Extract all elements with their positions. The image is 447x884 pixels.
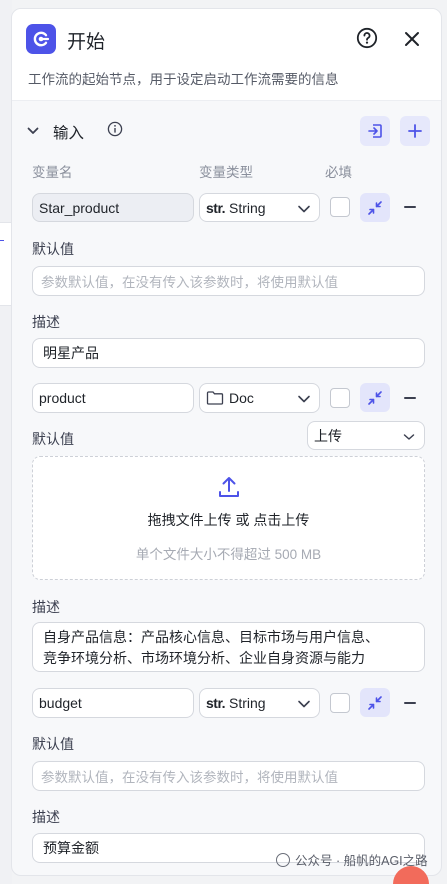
description-textarea[interactable]: 自身产品信息：产品核心信息、目标市场与用户信息、 竞争环境分析、市场环境分析、企… (32, 622, 425, 672)
chevron-down-icon (403, 434, 415, 440)
panel-header: 开始 工作流的起始节点，用于设定启动工作流需要的信息 (12, 9, 441, 101)
variable-name-input[interactable]: product (32, 383, 194, 413)
variable-type-select[interactable]: str. String (199, 688, 320, 718)
chevron-down-icon (298, 395, 310, 403)
import-icon (368, 124, 382, 138)
upload-icon (219, 477, 239, 497)
default-value-input[interactable]: 参数默认值，在没有传入该参数时，将使用默认值 (32, 266, 425, 296)
required-checkbox[interactable] (330, 197, 350, 217)
chevron-down-icon (298, 700, 310, 708)
required-checkbox[interactable] (330, 388, 350, 408)
start-node-panel: 开始 工作流的起始节点，用于设定启动工作流需要的信息 输入 变量名 变量类型 必… (11, 8, 442, 876)
description-line: 竞争环境分析、市场环境分析、企业自身资源与能力 (43, 650, 365, 666)
page-title: 开始 (67, 32, 106, 53)
chevron-down-icon[interactable] (26, 124, 40, 138)
default-value-label: 默认值 (32, 241, 74, 257)
collapse-button[interactable] (360, 193, 390, 222)
shrink-icon (368, 200, 382, 215)
description-input[interactable]: 明星产品 (32, 338, 425, 368)
description-label: 描述 (32, 809, 60, 825)
remove-variable-button[interactable] (404, 702, 416, 704)
type-string-icon: str. (206, 199, 226, 216)
shrink-icon (368, 390, 382, 405)
variable-type-value: String (229, 199, 266, 216)
variable-type-select[interactable]: Doc (199, 383, 320, 413)
section-title: 输入 (53, 125, 85, 142)
type-string-icon: str. (206, 695, 226, 711)
column-header-type: 变量类型 (199, 165, 253, 180)
remove-variable-button[interactable] (404, 397, 416, 399)
connector-line (0, 240, 4, 241)
column-header-name: 变量名 (32, 165, 73, 180)
collapse-button[interactable] (360, 383, 390, 412)
upload-mode-value: 上传 (314, 427, 342, 444)
import-button[interactable] (360, 116, 390, 146)
upload-instruction: 拖拽文件上传 或 点击上传 (147, 512, 310, 528)
variable-type-select[interactable]: str. String (199, 193, 320, 222)
description-line: 自身产品信息：产品核心信息、目标市场与用户信息、 (43, 629, 379, 645)
chevron-down-icon (298, 205, 310, 213)
default-value-input[interactable]: 参数默认值，在没有传入该参数时，将使用默认值 (32, 761, 425, 791)
node-description: 工作流的起始节点，用于设定启动工作流需要的信息 (28, 72, 339, 87)
collapse-button[interactable] (360, 688, 390, 717)
file-upload-zone[interactable]: 拖拽文件上传 或 点击上传 单个文件大小不得超过 500 MB (32, 456, 425, 580)
upload-mode-select[interactable]: 上传 (307, 421, 425, 450)
variable-name-input[interactable]: budget (32, 688, 194, 718)
plus-icon (408, 124, 422, 138)
remove-variable-button[interactable] (404, 206, 416, 208)
description-label: 描述 (32, 314, 60, 330)
info-icon[interactable] (107, 121, 123, 137)
default-value-label: 默认值 (32, 431, 74, 447)
required-checkbox[interactable] (330, 693, 350, 713)
variable-type-value: Doc (229, 390, 254, 406)
shrink-icon (368, 695, 382, 710)
column-header-required: 必填 (325, 165, 352, 180)
variable-name-input[interactable]: Star_product (32, 193, 194, 222)
variable-type-value: String (229, 695, 266, 711)
description-label: 描述 (32, 599, 60, 615)
question-circle-icon[interactable] (355, 26, 379, 50)
start-node-icon (26, 24, 56, 54)
upload-size-hint: 单个文件大小不得超过 500 MB (135, 547, 322, 562)
folder-icon (206, 391, 224, 405)
close-icon[interactable] (400, 27, 424, 51)
add-variable-button[interactable] (400, 116, 430, 146)
wechat-icon (276, 852, 290, 867)
default-value-label: 默认值 (32, 736, 74, 752)
